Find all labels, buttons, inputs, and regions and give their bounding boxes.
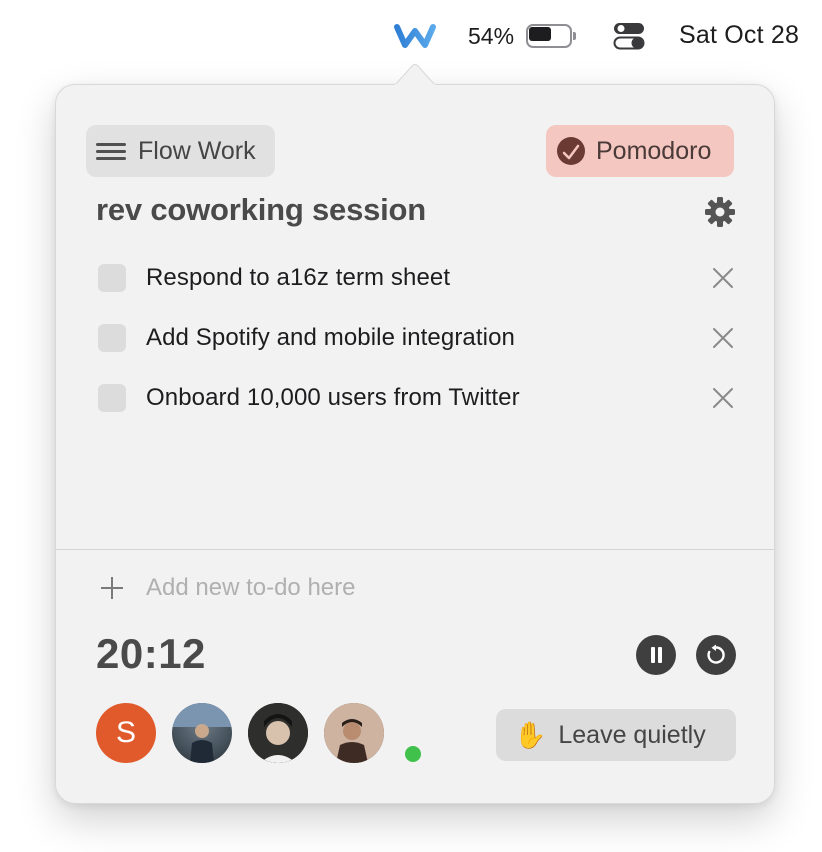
avatar[interactable]: S <box>96 703 156 763</box>
leave-quietly-label: Leave quietly <box>558 720 706 749</box>
restart-icon <box>707 644 725 664</box>
battery-icon[interactable] <box>526 24 576 48</box>
todo-text[interactable]: Respond to a16z term sheet <box>146 264 710 292</box>
leave-quietly-button[interactable]: ✋ Leave quietly <box>496 709 736 761</box>
close-icon[interactable] <box>710 265 736 291</box>
todo-item: Respond to a16z term sheet <box>98 248 738 308</box>
pomodoro-clock-icon <box>557 137 585 165</box>
todo-checkbox[interactable] <box>98 384 126 412</box>
avatar-initial: S <box>115 716 136 749</box>
flow-app-icon[interactable] <box>392 20 438 52</box>
flow-popover: Flow Work Pomodoro rev coworking session <box>55 84 775 804</box>
restart-button[interactable] <box>696 635 736 675</box>
todo-item: Onboard 10,000 users from Twitter <box>98 368 738 428</box>
add-todo-row <box>100 571 546 605</box>
pause-button[interactable] <box>636 635 676 675</box>
hamburger-icon <box>96 140 128 162</box>
todo-checkbox[interactable] <box>98 324 126 352</box>
waving-hand-icon: ✋ <box>514 720 547 750</box>
session-title[interactable]: rev coworking session <box>96 192 426 228</box>
menubar-date[interactable]: Sat Oct 28 <box>679 20 799 50</box>
divider <box>56 549 774 550</box>
todo-text[interactable]: Onboard 10,000 users from Twitter <box>146 384 710 412</box>
popover-header: Flow Work Pomodoro <box>86 125 734 177</box>
control-center-icon[interactable] <box>613 22 645 50</box>
todo-checkbox[interactable] <box>98 264 126 292</box>
battery-percent: 54% <box>468 23 515 49</box>
flow-work-label: Flow Work <box>138 136 256 165</box>
gear-icon[interactable] <box>704 196 736 228</box>
add-todo-input[interactable] <box>146 574 546 602</box>
popover-arrow <box>395 64 435 86</box>
pause-icon <box>649 647 663 663</box>
avatar[interactable] <box>324 703 384 763</box>
todo-list: Respond to a16z term sheet Add Spotify a… <box>98 248 738 428</box>
todo-item: Add Spotify and mobile integration <box>98 308 738 368</box>
pomodoro-button[interactable]: Pomodoro <box>546 125 734 177</box>
flow-work-menu-button[interactable]: Flow Work <box>86 125 275 177</box>
online-status-indicator <box>402 743 424 765</box>
menu-bar: 54% Sat Oct 28 <box>0 0 822 70</box>
todo-text[interactable]: Add Spotify and mobile integration <box>146 324 710 352</box>
plus-icon[interactable] <box>100 576 124 600</box>
avatar[interactable] <box>248 703 308 763</box>
timer-display: 20:12 <box>96 630 206 677</box>
close-icon[interactable] <box>710 385 736 411</box>
avatar[interactable] <box>172 703 232 763</box>
close-icon[interactable] <box>710 325 736 351</box>
pomodoro-label: Pomodoro <box>596 136 712 165</box>
